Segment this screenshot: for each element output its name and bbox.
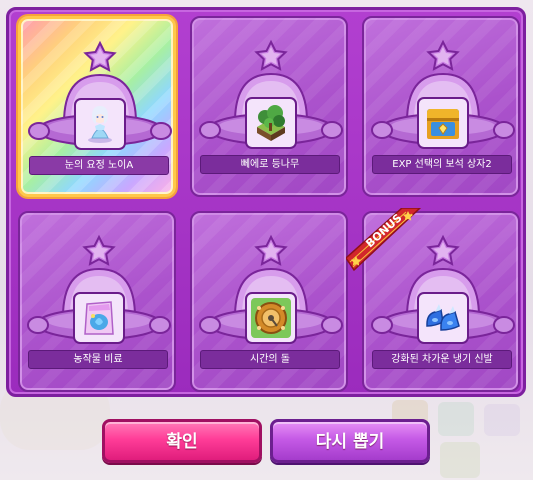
fertilizer-bag-icon xyxy=(84,301,114,335)
treasure-chest-icon xyxy=(427,109,459,139)
reward-panel: 눈의 요정 노이A 뻬에로 등나무 EXP 선택의 보석 상자2 농작물 비료 … xyxy=(6,7,526,397)
background-item-decoration xyxy=(438,402,474,436)
reward-card-4[interactable]: 농작물 비료 xyxy=(18,211,176,392)
leafy-tree-block-icon xyxy=(257,105,285,141)
stone-of-time-icon xyxy=(251,298,291,338)
confirm-button[interactable]: 확인 xyxy=(102,419,262,463)
reward-item-label: 농작물 비료 xyxy=(28,350,168,369)
reward-card-2[interactable]: 뻬에로 등나무 xyxy=(190,16,348,197)
background-item-decoration xyxy=(440,442,480,478)
redraw-button[interactable]: 다시 뽑기 xyxy=(270,419,430,463)
reward-item-label: 강화된 차가운 냉기 신발 xyxy=(372,350,512,369)
reward-item-label: 눈의 요정 노이A xyxy=(29,156,169,175)
background-item-decoration xyxy=(484,404,520,436)
snow-fairy-noi-figure-icon xyxy=(88,106,112,143)
reward-item-label: 시간의 돌 xyxy=(200,350,340,369)
reward-card-1[interactable]: 눈의 요정 노이A xyxy=(18,16,176,197)
reward-card-6[interactable]: 강화된 차가운 냉기 신발 xyxy=(362,211,520,392)
frost-boots-icon xyxy=(426,304,460,331)
reward-card-5[interactable]: 시간의 돌 xyxy=(190,211,348,392)
reward-item-label: 뻬에로 등나무 xyxy=(200,155,340,174)
reward-card-3[interactable]: EXP 선택의 보석 상자2 xyxy=(362,16,520,197)
reward-item-label: EXP 선택의 보석 상자2 xyxy=(372,155,512,174)
